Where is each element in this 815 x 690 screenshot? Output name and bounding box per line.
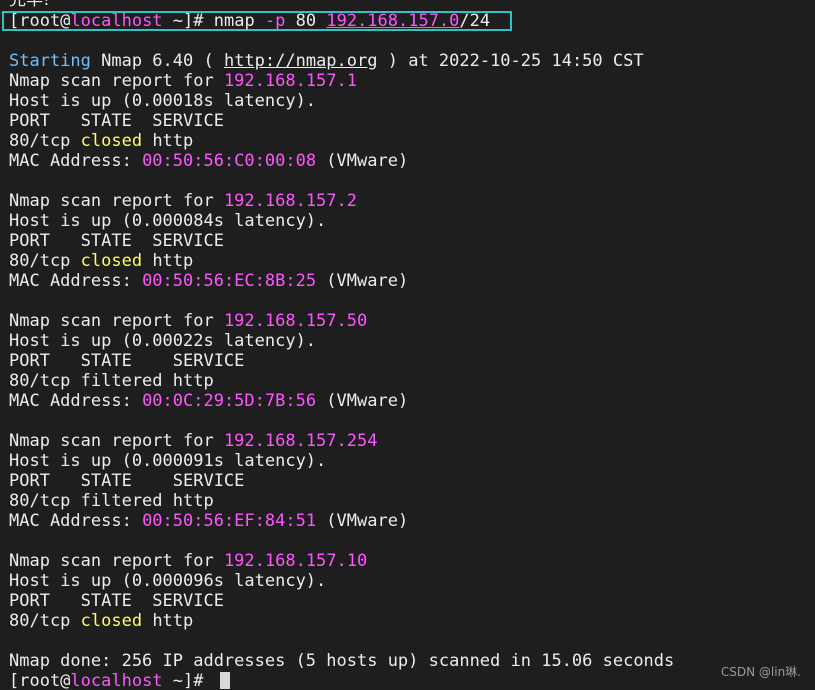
terminal-line: Host is up (0.000084s latency).: [9, 211, 326, 231]
terminal-line: Nmap scan report for 192.168.157.1: [9, 71, 357, 91]
terminal-text: MAC Address:: [9, 391, 143, 411]
terminal-text: 80: [285, 11, 327, 31]
terminal-cursor: [219, 672, 230, 689]
terminal-text: Nmap scan report for: [9, 551, 224, 571]
terminal-line: Host is up (0.00022s latency).: [9, 331, 316, 351]
terminal-text: 80/tcp filtered http: [9, 491, 214, 511]
terminal-line: Starting Nmap 6.40 ( http://nmap.org ) a…: [9, 51, 644, 71]
terminal-text: (VMware): [316, 271, 409, 291]
terminal-text: PORT STATE SERVICE: [9, 111, 224, 131]
terminal-text: Nmap 6.40 (: [90, 51, 224, 71]
terminal-text: closed: [80, 131, 143, 151]
terminal-text: MAC Address:: [9, 511, 143, 531]
terminal-text: (VMware): [316, 511, 409, 531]
terminal-line: 80/tcp closed http: [9, 251, 193, 271]
terminal-line: PORT STATE SERVICE: [9, 471, 244, 491]
terminal-text: closed: [80, 251, 143, 271]
terminal-text: 00:50:56:EC:8B:25: [142, 271, 317, 291]
terminal-text: /24: [459, 11, 491, 31]
terminal-line: PORT STATE SERVICE: [9, 351, 244, 371]
terminal-text: localhost: [70, 11, 163, 31]
terminal-text: http: [142, 251, 194, 271]
terminal-line: Nmap scan report for 192.168.157.2: [9, 191, 357, 211]
watermark: CSDN @lin琳.: [720, 665, 801, 679]
terminal-line: Host is up (0.000091s latency).: [9, 451, 326, 471]
terminal-text: http: [142, 131, 194, 151]
terminal-line: Nmap scan report for 192.168.157.50: [9, 311, 367, 331]
terminal-line: Nmap done: 256 IP addresses (5 hosts up)…: [9, 651, 674, 671]
terminal-text: PORT STATE SERVICE: [9, 231, 224, 251]
terminal-text: [root@: [9, 11, 71, 31]
terminal-line: Host is up (0.00018s latency).: [9, 91, 316, 111]
terminal-text: Host is up (0.000096s latency).: [9, 571, 327, 591]
terminal-text: [root@: [9, 671, 71, 690]
terminal-text: (VMware): [316, 151, 409, 171]
terminal-line: MAC Address: 00:0C:29:5D:7B:56 (VMware): [9, 391, 408, 411]
terminal-line: MAC Address: 00:50:56:C0:00:08 (VMware): [9, 151, 408, 171]
terminal-text: Host is up (0.000091s latency).: [9, 451, 327, 471]
terminal-text: ~]#: [162, 11, 214, 31]
terminal-text: 192.168.157.50: [223, 311, 368, 331]
terminal-text: PORT STATE SERVICE: [9, 351, 245, 371]
terminal-line: MAC Address: 00:50:56:EC:8B:25 (VMware): [9, 271, 408, 291]
terminal-text: 00:50:56:C0:00:08: [142, 151, 317, 171]
terminal-text: ~]#: [162, 671, 214, 690]
terminal-line: PORT STATE SERVICE: [9, 231, 224, 251]
terminal-text: ) at 2022-10-25 14:50 CST: [377, 51, 644, 71]
terminal-text: closed: [80, 611, 143, 631]
terminal-text: Nmap done: 256 IP addresses (5 hosts up)…: [9, 651, 675, 671]
terminal-text: Starting: [9, 51, 91, 71]
terminal-text: 192.168.157.1: [223, 71, 357, 91]
terminal-line: [root@localhost ~]# nmap -p 80 192.168.1…: [9, 11, 490, 31]
terminal-text: 80/tcp: [9, 251, 81, 271]
terminal-text: localhost: [70, 671, 163, 690]
terminal-line: 80/tcp filtered http: [9, 491, 214, 511]
terminal-text: 192.168.157.254: [223, 431, 378, 451]
terminal-text: Nmap scan report for: [9, 311, 224, 331]
terminal-text: Host is up (0.00018s latency).: [9, 91, 317, 111]
terminal-text: http://nmap.org: [223, 51, 378, 71]
terminal-line: Nmap scan report for 192.168.157.254: [9, 431, 377, 451]
partial-top-text: 完毕!: [9, 0, 50, 10]
terminal-text: Nmap scan report for: [9, 431, 224, 451]
terminal-line: MAC Address: 00:50:56:EF:84:51 (VMware): [9, 511, 408, 531]
terminal-text: 00:50:56:EF:84:51: [142, 511, 317, 531]
terminal-line: PORT STATE SERVICE: [9, 111, 224, 131]
terminal-line: [root@localhost ~]#: [9, 671, 230, 690]
terminal-text: nmap: [213, 11, 265, 31]
terminal-text: 80/tcp: [9, 611, 81, 631]
terminal-text: 192.168.157.0: [326, 11, 460, 31]
terminal-line: 80/tcp filtered http: [9, 371, 214, 391]
terminal-text: 80/tcp filtered http: [9, 371, 214, 391]
terminal-text: Host is up (0.000084s latency).: [9, 211, 327, 231]
terminal-text: -p: [264, 11, 286, 31]
terminal-text: MAC Address:: [9, 271, 143, 291]
terminal-line: Nmap scan report for 192.168.157.10: [9, 551, 367, 571]
terminal-text: Nmap scan report for: [9, 71, 224, 91]
terminal-line: PORT STATE SERVICE: [9, 591, 224, 611]
terminal-text: Nmap scan report for: [9, 191, 224, 211]
terminal-text: http: [142, 611, 194, 631]
terminal-text: Host is up (0.00022s latency).: [9, 331, 317, 351]
terminal-text: 00:0C:29:5D:7B:56: [142, 391, 317, 411]
terminal-text: (VMware): [316, 391, 409, 411]
terminal-line: 80/tcp closed http: [9, 611, 193, 631]
terminal-text: MAC Address:: [9, 151, 143, 171]
terminal-line: Host is up (0.000096s latency).: [9, 571, 326, 591]
terminal-text: 192.168.157.10: [223, 551, 368, 571]
terminal-text: 80/tcp: [9, 131, 81, 151]
terminal-window[interactable]: 完毕! [root@localhost ~]# nmap -p 80 192.1…: [0, 0, 815, 690]
terminal-text: 192.168.157.2: [223, 191, 357, 211]
terminal-line: 80/tcp closed http: [9, 131, 193, 151]
terminal-text: PORT STATE SERVICE: [9, 471, 245, 491]
terminal-text: PORT STATE SERVICE: [9, 591, 224, 611]
